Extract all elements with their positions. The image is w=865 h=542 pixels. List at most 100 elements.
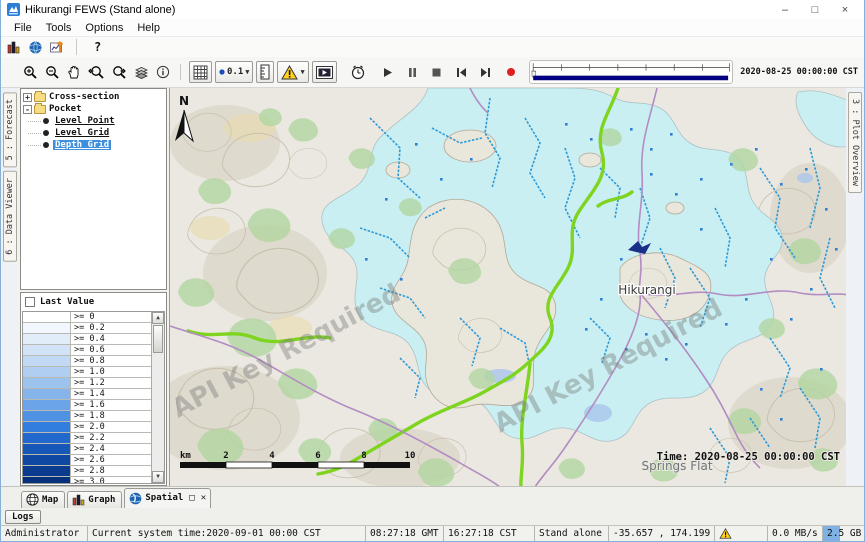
tree-item-label: Cross-section — [49, 92, 119, 102]
timeseries-display-button[interactable] — [48, 39, 67, 55]
main-area: 5 : Forecast 6 : Data Viewer + Cross-sec… — [1, 88, 864, 486]
tree-item-cross-section[interactable]: + Cross-section — [23, 91, 166, 103]
tab-spatial-label: Spatial — [145, 493, 183, 503]
tree-item-depth-grid[interactable]: Depth Grid — [23, 139, 166, 151]
legend-checkbox-label: Last Value — [40, 297, 94, 307]
legend-label: >= 0.4 — [71, 334, 151, 344]
bullet-icon — [43, 130, 49, 136]
legend-rows: >= 0 >= 0.2 >= 0.4 >= 0.6 >= 0.8 >= 1.0 … — [23, 312, 151, 483]
zoom-in-icon[interactable] — [21, 64, 40, 81]
layer-tree: + Cross-section - Pocket Level Point — [20, 88, 167, 290]
map-canvas[interactable]: API Key Required API Key Required Hikura… — [170, 88, 846, 486]
legend-label: >= 2.4 — [71, 444, 151, 454]
tab-plot-overview[interactable]: 3 : Plot Overview — [848, 92, 862, 193]
tab-close-icon[interactable]: ✕ — [201, 493, 206, 503]
tab-graph[interactable]: Graph — [67, 491, 122, 508]
legend-label: >= 0.2 — [71, 323, 151, 333]
status-bar: Administrator Current system time:2020-0… — [1, 525, 864, 541]
layers-icon[interactable] — [132, 65, 151, 80]
tab-map[interactable]: Map — [21, 491, 65, 508]
zoom-out-icon[interactable] — [43, 64, 62, 81]
tab-forecast[interactable]: 5 : Forecast — [3, 92, 17, 167]
legend-swatch — [23, 433, 71, 443]
record-button[interactable] — [504, 66, 518, 78]
scroll-thumb[interactable] — [153, 325, 163, 353]
expand-icon[interactable]: + — [23, 93, 32, 102]
status-cst-time: 16:27:18 CST — [443, 526, 534, 541]
legend-swatch — [23, 389, 71, 399]
scroll-track[interactable] — [152, 354, 164, 471]
legend-row: >= 2.0 — [23, 422, 151, 433]
legend-swatch — [23, 345, 71, 355]
maximize-button[interactable]: □ — [800, 1, 830, 19]
menu-tools[interactable]: Tools — [39, 21, 79, 35]
tree-item-label: Level Point — [53, 116, 117, 126]
legend-swatch — [23, 334, 71, 344]
last-value-checkbox[interactable] — [25, 297, 35, 307]
timeline-graphic — [530, 61, 733, 83]
legend-row: >= 1.0 — [23, 367, 151, 378]
window-controls: – □ × — [770, 1, 860, 19]
collapse-icon[interactable]: - — [23, 105, 32, 114]
menu-bar: File Tools Options Help — [1, 19, 864, 37]
folder-icon — [34, 105, 46, 114]
legend-row: >= 2.4 — [23, 444, 151, 455]
zoom-previous-icon[interactable] — [86, 64, 106, 81]
tab-float-icon[interactable]: □ — [189, 493, 194, 503]
tab-data-viewer[interactable]: 6 : Data Viewer — [3, 171, 17, 262]
scroll-down-icon[interactable]: ▼ — [152, 471, 164, 483]
legend-row: >= 0.4 — [23, 334, 151, 345]
go-to-start-button[interactable] — [454, 66, 469, 79]
close-button[interactable]: × — [830, 1, 860, 19]
tree-guide-line — [28, 145, 41, 146]
timeline-slider[interactable] — [529, 60, 734, 84]
app-window: Hikurangi FEWS (Stand alone) – □ × File … — [0, 0, 865, 542]
map-viewport[interactable]: API Key Required API Key Required Hikura… — [169, 88, 846, 486]
warning-threshold-dropdown[interactable]: ▼ — [277, 61, 308, 83]
pan-hand-icon[interactable] — [65, 64, 83, 81]
legend-swatch — [23, 400, 71, 410]
title-bar: Hikurangi FEWS (Stand alone) – □ × — [1, 0, 864, 19]
minimize-button[interactable]: – — [770, 1, 800, 19]
legend-row: >= 1.2 — [23, 378, 151, 389]
stop-button[interactable] — [430, 67, 443, 78]
play-button[interactable] — [381, 66, 395, 79]
globe-map-button[interactable] — [27, 40, 44, 55]
logs-button[interactable]: Logs — [5, 510, 41, 524]
animation-panel-button[interactable] — [312, 61, 337, 83]
tree-item-level-grid[interactable]: Level Grid — [23, 127, 166, 139]
scroll-up-icon[interactable]: ▲ — [152, 312, 164, 324]
legend-row: >= 0.2 — [23, 323, 151, 334]
legend-swatch — [23, 422, 71, 432]
window-title: Hikurangi FEWS (Stand alone) — [25, 4, 175, 16]
timer-icon[interactable] — [348, 63, 368, 81]
menu-options[interactable]: Options — [78, 21, 130, 35]
menu-file[interactable]: File — [7, 21, 39, 35]
legend-row: >= 2.2 — [23, 433, 151, 444]
tree-item-pocket[interactable]: - Pocket — [23, 103, 166, 115]
svg-text:10: 10 — [405, 451, 416, 461]
go-to-end-button[interactable] — [478, 66, 493, 79]
legend-row: >= 0.8 — [23, 356, 151, 367]
town-label: Hikurangi — [618, 283, 675, 297]
legend-scrollbar[interactable]: ▲ ▼ — [151, 312, 164, 483]
tree-item-level-point[interactable]: Level Point — [23, 115, 166, 127]
contour-interval-dropdown[interactable]: 0.1 ▼ — [215, 61, 253, 83]
grid-display-button[interactable] — [189, 61, 212, 83]
scale-ruler-button[interactable] — [256, 61, 274, 83]
zoom-next-icon[interactable] — [109, 64, 129, 81]
contour-interval-value: 0.1 — [227, 67, 243, 77]
legend-row: >= 1.6 — [23, 400, 151, 411]
pause-button[interactable] — [406, 66, 419, 79]
legend-label: >= 2.6 — [71, 455, 151, 465]
svg-text:4: 4 — [269, 451, 275, 461]
help-button[interactable]: ? — [86, 40, 109, 54]
legend-label: >= 1.8 — [71, 411, 151, 421]
legend-swatch — [23, 312, 71, 322]
menu-help[interactable]: Help — [130, 21, 167, 35]
info-icon[interactable] — [154, 64, 172, 80]
database-chart-button[interactable] — [5, 40, 23, 55]
status-warning-cell[interactable] — [714, 526, 767, 541]
tab-spatial[interactable]: Spatial □ ✕ — [124, 488, 211, 508]
legend-label: >= 1.2 — [71, 378, 151, 388]
